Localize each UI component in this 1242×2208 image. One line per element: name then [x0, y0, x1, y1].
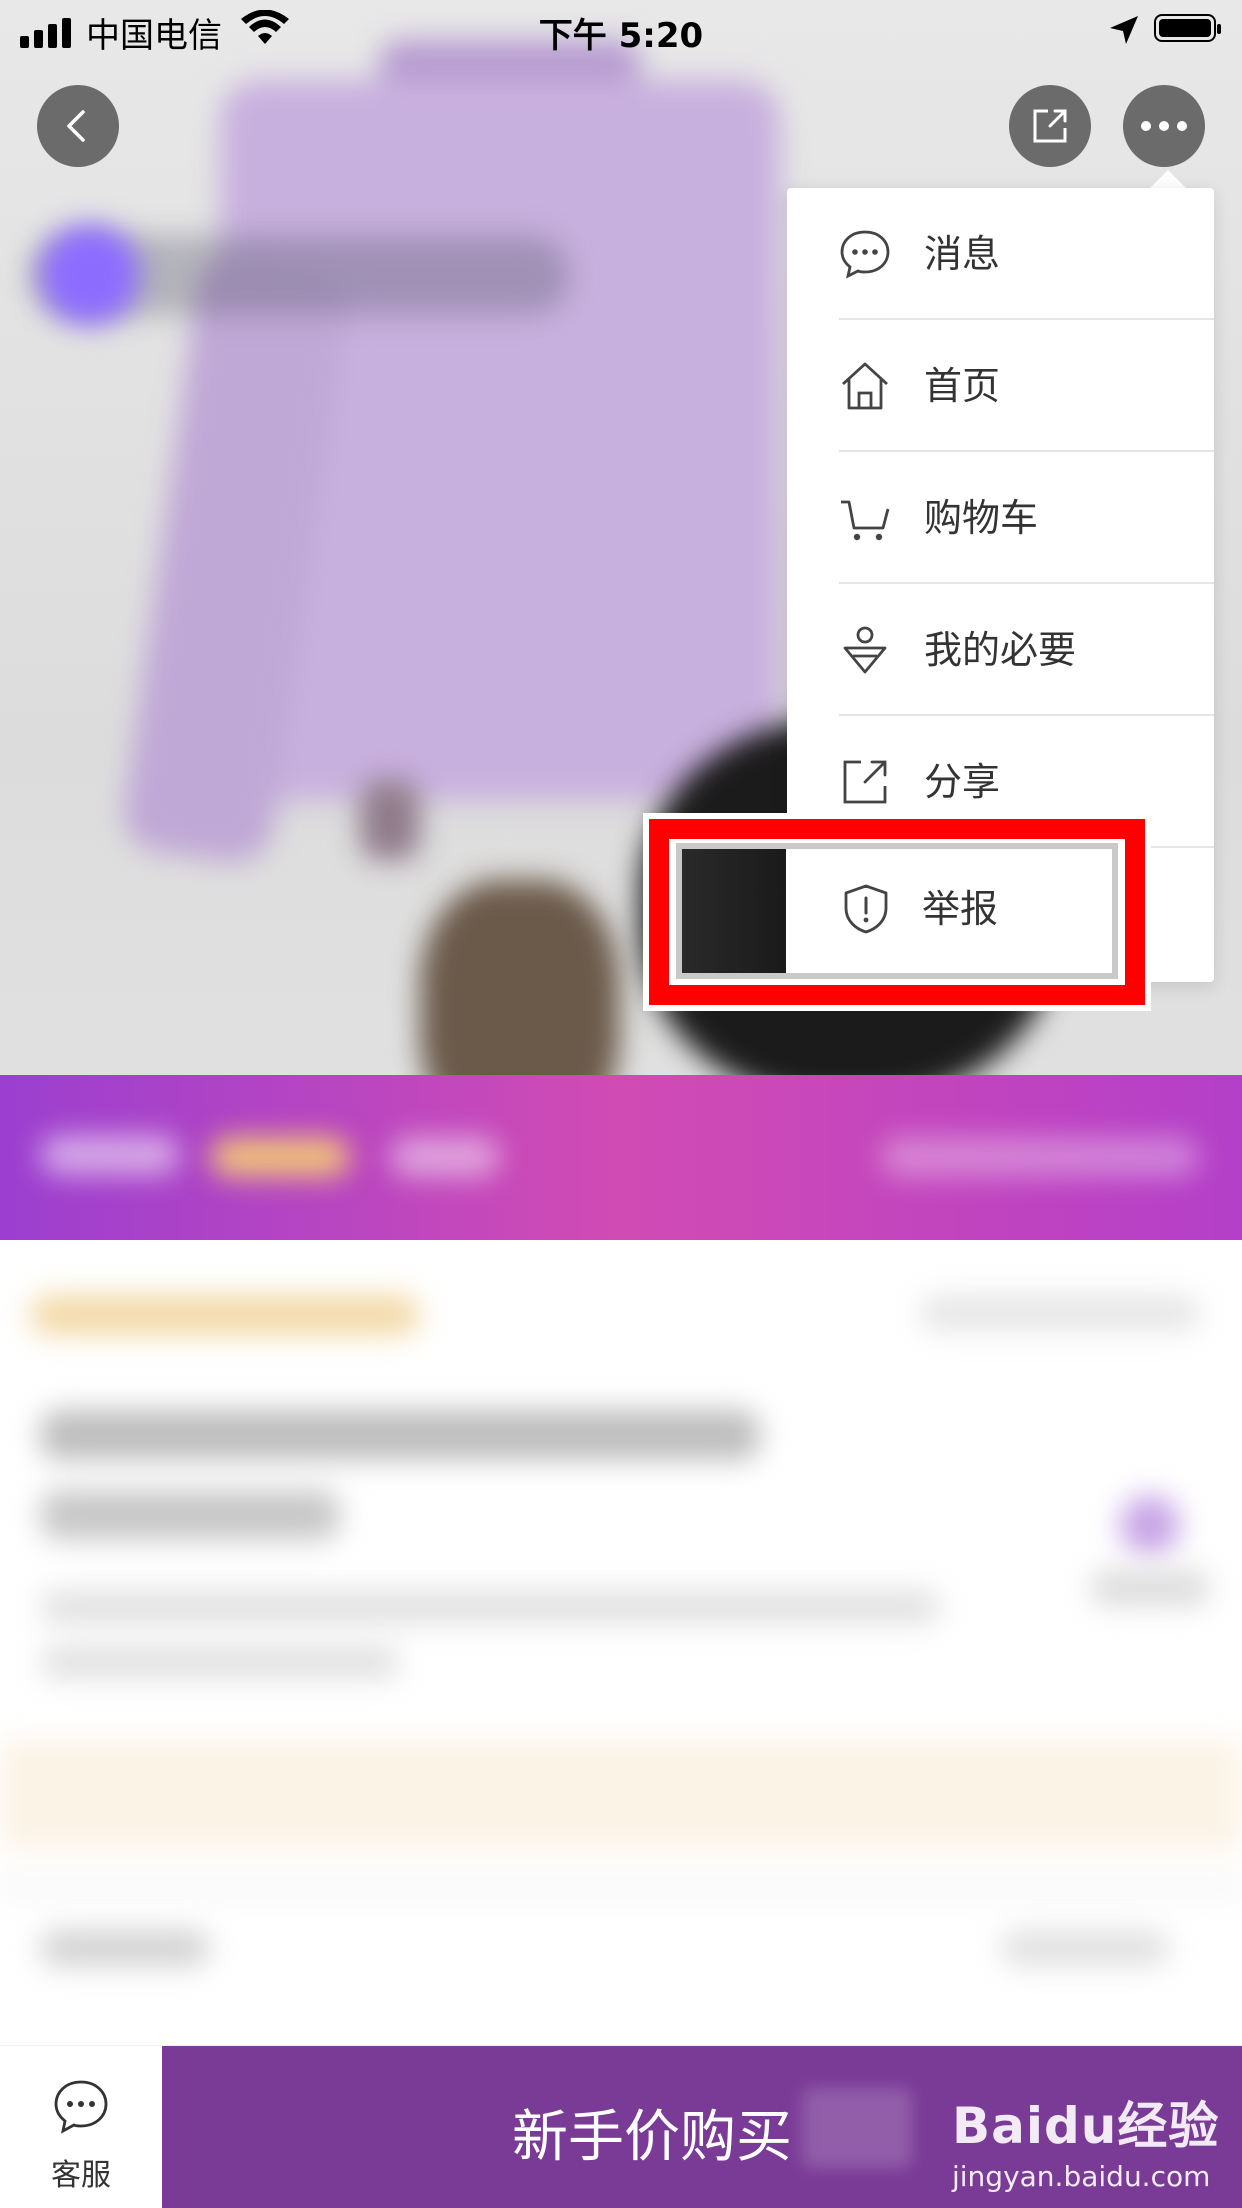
customer-service-button[interactable]: 客服 — [0, 2046, 162, 2208]
more-button[interactable] — [1123, 85, 1205, 167]
menu-item-label: 购物车 — [924, 496, 1039, 540]
menu-item-home[interactable]: 首页 — [787, 320, 1214, 452]
home-icon — [842, 362, 888, 410]
buy-label: 新手价购买 — [512, 2105, 792, 2170]
menu-item-messages[interactable]: 消息 — [787, 188, 1214, 320]
message-icon — [840, 230, 890, 279]
back-button[interactable] — [37, 85, 119, 167]
menu-item-label: 首页 — [924, 364, 1001, 408]
profile-icon — [843, 626, 887, 674]
share-icon — [843, 760, 887, 804]
product-info-blurred — [0, 1240, 1242, 2045]
menu-item-report[interactable]: 举报 — [676, 843, 1118, 979]
watermark-brand: Baidu经验 — [952, 2097, 1220, 2155]
menu-item-label: 分享 — [924, 760, 1001, 804]
watermark-url: jingyan.baidu.com — [952, 2160, 1211, 2193]
battery-icon — [1154, 14, 1221, 42]
cart-icon — [841, 500, 890, 541]
promo-band — [0, 1075, 1242, 1240]
chevron-left-icon — [67, 110, 85, 142]
share-button[interactable] — [1009, 85, 1091, 167]
clock: 下午 5:20 — [538, 16, 704, 56]
menu-item-label: 举报 — [922, 887, 999, 931]
menu-item-label: 我的必要 — [924, 628, 1077, 672]
customer-service-label: 客服 — [51, 2158, 111, 2193]
status-bar: 中国电信 下午 5:20 — [0, 0, 1242, 60]
tag-shape — [360, 780, 420, 860]
menu-item-label: 消息 — [924, 232, 1001, 276]
watermark: Baidu经验 jingyan.baidu.com — [952, 2086, 1219, 2193]
menu-item-my-biyao[interactable]: 我的必要 — [787, 584, 1214, 716]
blurred-avatar — [40, 225, 140, 325]
report-shield-icon — [844, 884, 888, 934]
menu-pointer — [1150, 170, 1186, 188]
blurred-price — [802, 2088, 912, 2168]
share-icon — [1033, 109, 1067, 143]
more-dots-icon — [1141, 121, 1187, 131]
chat-bubble-icon — [54, 2080, 108, 2134]
menu-item-cart[interactable]: 购物车 — [787, 452, 1214, 584]
location-arrow-icon — [1108, 14, 1140, 50]
